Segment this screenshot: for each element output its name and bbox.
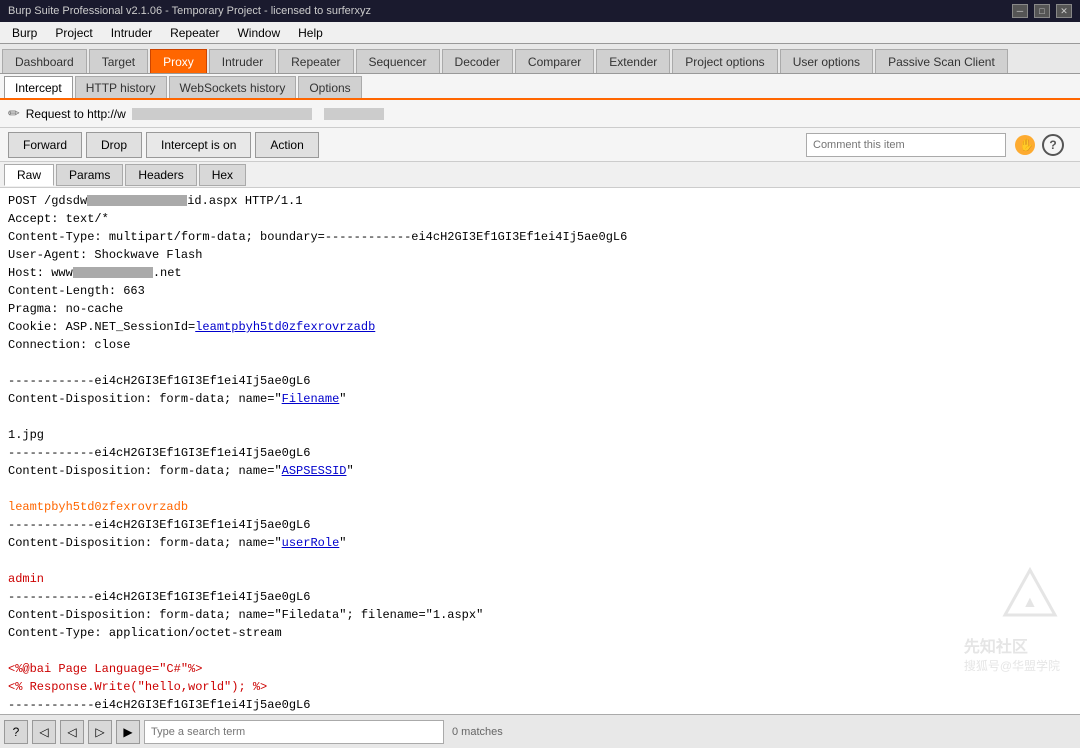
tab-target[interactable]: Target: [89, 49, 148, 73]
http-line: [8, 552, 1072, 570]
http-line: Cookie: ASP.NET_SessionId=leamtpbyh5td0z…: [8, 318, 1072, 336]
action-bar: Forward Drop Intercept is on Action ✋ ?: [0, 128, 1080, 162]
tab-repeater[interactable]: Repeater: [278, 49, 353, 73]
forward-button[interactable]: Forward: [8, 132, 82, 158]
tab-user-options[interactable]: User options: [780, 49, 873, 73]
close-button[interactable]: ✕: [1056, 4, 1072, 18]
request-label: Request to http://w: [26, 107, 126, 121]
http-line: Content-Type: application/octet-stream: [8, 624, 1072, 642]
menu-repeater[interactable]: Repeater: [162, 24, 227, 42]
content-tab-params[interactable]: Params: [56, 164, 123, 186]
form-field-aspsessid: ASPSESSID: [282, 464, 347, 478]
subtab-http-history[interactable]: HTTP history: [75, 76, 167, 98]
http-line-session: leamtpbyh5td0zfexrovrzadb: [8, 498, 1072, 516]
help-bottom-icon[interactable]: ?: [4, 720, 28, 744]
http-line: User-Agent: Shockwave Flash: [8, 246, 1072, 264]
http-line: Content-Disposition: form-data; name="Fi…: [8, 606, 1072, 624]
menu-intruder[interactable]: Intruder: [103, 24, 160, 42]
tab-comparer[interactable]: Comparer: [515, 49, 594, 73]
url-redacted-1: [132, 108, 312, 120]
menu-window[interactable]: Window: [229, 24, 288, 42]
main-tabs: Dashboard Target Proxy Intruder Repeater…: [0, 44, 1080, 74]
comment-section: ✋ ?: [323, 132, 1072, 158]
menu-project[interactable]: Project: [47, 24, 100, 42]
svg-text:✋: ✋: [1019, 138, 1034, 152]
intercept-toggle-button[interactable]: Intercept is on: [146, 132, 251, 158]
window-controls: ─ □ ✕: [1012, 4, 1072, 18]
content-tab-hex[interactable]: Hex: [199, 164, 246, 186]
http-content-area[interactable]: POST /gdsdwid.aspx HTTP/1.1 Accept: text…: [0, 188, 1080, 714]
cookie-value: leamtpbyh5td0zfexrovrzadb: [195, 320, 375, 334]
next-button[interactable]: ▶: [116, 720, 140, 744]
http-line: ------------ei4cH2GI3Ef1GI3Ef1ei4Ij5ae0g…: [8, 588, 1072, 606]
http-line: Pragma: no-cache: [8, 300, 1072, 318]
back-button[interactable]: ◁: [60, 720, 84, 744]
http-line-aspx-1: <%@bai Page Language="C#"%>: [8, 660, 1072, 678]
forward-nav-button[interactable]: ▷: [88, 720, 112, 744]
http-line: [8, 480, 1072, 498]
window-title: Burp Suite Professional v2.1.06 - Tempor…: [8, 5, 371, 17]
http-line: [8, 408, 1072, 426]
http-line: Content-Disposition: form-data; name="us…: [8, 534, 1072, 552]
http-line: ------------ei4cH2GI3Ef1GI3Ef1ei4Ij5ae0g…: [8, 696, 1072, 714]
tab-passive-scan[interactable]: Passive Scan Client: [875, 49, 1008, 73]
redacted-block: [87, 195, 187, 206]
action-button[interactable]: Action: [255, 132, 318, 158]
http-line: POST /gdsdwid.aspx HTTP/1.1: [8, 192, 1072, 210]
tab-decoder[interactable]: Decoder: [442, 49, 513, 73]
http-line: [8, 354, 1072, 372]
tab-intruder[interactable]: Intruder: [209, 49, 276, 73]
edit-icon: ✏: [8, 105, 20, 122]
form-field-filename: Filename: [282, 392, 340, 406]
subtab-options[interactable]: Options: [298, 76, 361, 98]
help-icon[interactable]: ?: [1042, 134, 1064, 156]
menu-burp[interactable]: Burp: [4, 24, 45, 42]
tab-proxy[interactable]: Proxy: [150, 49, 207, 73]
tab-sequencer[interactable]: Sequencer: [356, 49, 440, 73]
url-redacted-2: [324, 108, 384, 120]
http-line-admin: admin: [8, 570, 1072, 588]
redacted-block: [73, 267, 153, 278]
http-line-aspx-2: <% Response.Write("hello,world"); %>: [8, 678, 1072, 696]
tab-dashboard[interactable]: Dashboard: [2, 49, 87, 73]
content-tab-raw[interactable]: Raw: [4, 164, 54, 186]
http-line: Content-Disposition: form-data; name="AS…: [8, 462, 1072, 480]
http-line: ------------ei4cH2GI3Ef1GI3Ef1ei4Ij5ae0g…: [8, 516, 1072, 534]
request-bar: ✏ Request to http://w: [0, 100, 1080, 128]
prev-button[interactable]: ◁: [32, 720, 56, 744]
content-tab-headers[interactable]: Headers: [125, 164, 196, 186]
http-line: Accept: text/*: [8, 210, 1072, 228]
matches-count: 0 matches: [452, 726, 503, 738]
tab-project-options[interactable]: Project options: [672, 49, 777, 73]
subtab-websockets-history[interactable]: WebSockets history: [169, 76, 297, 98]
drop-button[interactable]: Drop: [86, 132, 142, 158]
http-line: [8, 642, 1072, 660]
title-bar: Burp Suite Professional v2.1.06 - Tempor…: [0, 0, 1080, 22]
search-input[interactable]: [144, 720, 444, 744]
content-tabs: Raw Params Headers Hex: [0, 162, 1080, 188]
menu-help[interactable]: Help: [290, 24, 331, 42]
comment-input[interactable]: [806, 133, 1006, 157]
menu-bar: Burp Project Intruder Repeater Window He…: [0, 22, 1080, 44]
http-line: Connection: close: [8, 336, 1072, 354]
http-line: 1.jpg: [8, 426, 1072, 444]
http-line: ------------ei4cH2GI3Ef1GI3Ef1ei4Ij5ae0g…: [8, 444, 1072, 462]
http-line: Host: www.net: [8, 264, 1072, 282]
http-line: Content-Disposition: form-data; name="Fi…: [8, 390, 1072, 408]
content-wrapper: POST /gdsdwid.aspx HTTP/1.1 Accept: text…: [0, 188, 1080, 714]
burp-hand-icon: ✋: [1012, 132, 1038, 158]
http-line: Content-Length: 663: [8, 282, 1072, 300]
http-line: Content-Type: multipart/form-data; bound…: [8, 228, 1072, 246]
form-field-userrole: userRole: [282, 536, 340, 550]
minimize-button[interactable]: ─: [1012, 4, 1028, 18]
bottom-bar: ? ◁ ◁ ▷ ▶ 0 matches: [0, 714, 1080, 748]
subtab-intercept[interactable]: Intercept: [4, 76, 73, 98]
tab-extender[interactable]: Extender: [596, 49, 670, 73]
maximize-button[interactable]: □: [1034, 4, 1050, 18]
sub-tabs: Intercept HTTP history WebSockets histor…: [0, 74, 1080, 100]
http-line: ------------ei4cH2GI3Ef1GI3Ef1ei4Ij5ae0g…: [8, 372, 1072, 390]
